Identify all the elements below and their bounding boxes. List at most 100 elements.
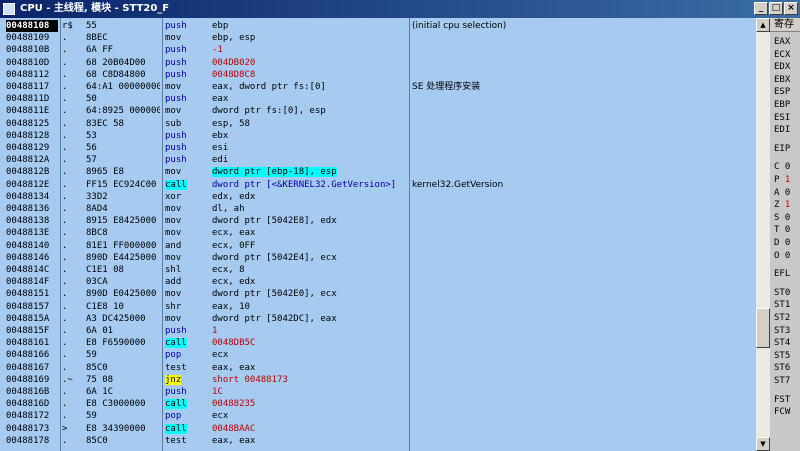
disasm-row[interactable]: 00488157. C1E8 10 shr eax, 10: [0, 301, 756, 313]
register-edi[interactable]: EDI: [774, 124, 800, 136]
operand-cell: 004DB020: [212, 57, 256, 68]
scroll-up-button[interactable]: ▲: [756, 18, 770, 32]
disasm-row[interactable]: 00488146. 890D E4425000 mov dword ptr [5042…: [0, 252, 756, 264]
comment-cell-wrap: [412, 301, 752, 313]
disasm-row[interactable]: 00488140. 81E1 FF000000 and ecx, 0FF: [0, 240, 756, 252]
register-p[interactable]: P 1: [774, 174, 800, 186]
disasm-row[interactable]: 0048814C. C1E1 08 shl ecx, 8: [0, 264, 756, 276]
register-o[interactable]: O 0: [774, 250, 800, 262]
register-st5[interactable]: ST5: [774, 350, 800, 362]
disasm-row[interactable]: 00488173 > E8 34390000 call 0048BAAC: [0, 423, 756, 435]
register-value: 0: [779, 212, 791, 223]
disasm-row[interactable]: 0048812B. 8965 E8 mov dword ptr [ebp-18], e…: [0, 166, 756, 178]
disasm-row[interactable]: 00488108 r$ 55 push ebp (initial cpu selectio…: [0, 20, 756, 32]
address-cell: 00488178: [6, 435, 50, 446]
register-ebp[interactable]: EBP: [774, 99, 800, 111]
comment-cell-wrap: [412, 105, 752, 117]
disasm-row[interactable]: 00488112. 68 C8D84800 push 0048D8C8: [0, 69, 756, 81]
disasm-row[interactable]: 00488136. 8AD4 mov dl, ah: [0, 203, 756, 215]
register-s[interactable]: S 0: [774, 212, 800, 224]
register-st1[interactable]: ST1: [774, 299, 800, 311]
hex-dump-cell: 6A 1C: [86, 387, 114, 397]
disasm-row[interactable]: 00488169 .~ 75 08 jnz short 00488173: [0, 374, 756, 386]
disasm-row[interactable]: 0048815F. 6A 01 push 1: [0, 325, 756, 337]
disasm-row[interactable]: 0048812E. FF15 EC924C00 call dword ptr [<&K…: [0, 179, 756, 191]
address-cell-wrap: 00488172: [6, 410, 58, 422]
hex-dump-cell: 6A FF: [86, 45, 114, 56]
disasm-row[interactable]: 0048812A. 57 push edi: [0, 154, 756, 166]
disassembly-pane[interactable]: 00488108 r$ 55 push ebp (initial cpu selectio…: [0, 18, 756, 451]
operand-cell: eax, dword ptr fs:[0]: [212, 82, 326, 92]
register-ebx[interactable]: EBX: [774, 74, 800, 86]
disasm-row[interactable]: 0048810B. 6A FF push -1: [0, 44, 756, 56]
title-bar[interactable]: CPU - 主线程, 模块 - STT20_F _ □ ×: [0, 0, 800, 18]
hex-dump-cell-wrap: 8915 E8425000: [86, 215, 160, 227]
operand-cell-wrap: eax: [212, 93, 408, 105]
address-cell: 00488134: [6, 191, 50, 202]
register-d[interactable]: D 0: [774, 237, 800, 249]
maximize-button[interactable]: □: [769, 2, 783, 15]
register-st4[interactable]: ST4: [774, 337, 800, 349]
register-fcw[interactable]: FCW: [774, 406, 800, 418]
disasm-row[interactable]: 0048813E. 8BC8 mov ecx, eax: [0, 227, 756, 239]
disasm-row[interactable]: 00488117. 64:A1 00000000 mov eax, dword ptr…: [0, 81, 756, 93]
disasm-row[interactable]: 0048816D. E8 C3000000 call 00488235: [0, 398, 756, 410]
address-cell: 0048816B: [6, 387, 50, 397]
register-esi[interactable]: ESI: [774, 112, 800, 124]
register-eip[interactable]: EIP: [774, 143, 800, 155]
register-st0[interactable]: ST0: [774, 287, 800, 299]
register-st7[interactable]: ST7: [774, 375, 800, 387]
register-c[interactable]: C 0: [774, 161, 800, 173]
close-button[interactable]: ×: [784, 2, 798, 15]
disasm-row[interactable]: 00488151. 890D E0425000 mov dword ptr [5042…: [0, 288, 756, 300]
comment-cell: SE 处理程序安装: [412, 82, 481, 92]
disasm-row[interactable]: 00488125. 83EC 58 sub esp, 58: [0, 118, 756, 130]
hex-dump-cell-wrap: 6A 01: [86, 325, 160, 337]
disasm-row[interactable]: 0048816B. 6A 1C push 1C: [0, 386, 756, 398]
disasm-row[interactable]: 00488109. 8BEC mov ebp, esp: [0, 32, 756, 44]
disasm-row[interactable]: 00488178. 85C0 test eax, eax: [0, 435, 756, 447]
marker-cell-wrap: .: [62, 288, 76, 300]
register-st2[interactable]: ST2: [774, 312, 800, 324]
scroll-down-button[interactable]: ▼: [756, 437, 770, 451]
disasm-row[interactable]: 0048811D. 50 push eax: [0, 93, 756, 105]
disasm-row[interactable]: 00488129. 56 push esi: [0, 142, 756, 154]
disasm-row[interactable]: 00488166. 59 pop ecx: [0, 349, 756, 361]
mnemonic-cell-wrap: push: [165, 142, 205, 154]
operand-cell: eax: [212, 94, 229, 105]
register-eax[interactable]: EAX: [774, 36, 800, 48]
comment-cell-wrap: [412, 191, 752, 203]
operand-cell: 0048D8C8: [212, 69, 256, 80]
disasm-row[interactable]: 0048814F. 03CA add ecx, edx: [0, 276, 756, 288]
register-st6[interactable]: ST6: [774, 362, 800, 374]
disasm-row[interactable]: 0048810D. 68 20B04D00 push 004DB020: [0, 57, 756, 69]
disasm-row[interactable]: 00488134. 33D2 xor edx, edx: [0, 191, 756, 203]
disasm-row[interactable]: 00488128. 53 push ebx: [0, 130, 756, 142]
register-fst[interactable]: FST: [774, 394, 800, 406]
register-z[interactable]: Z 1: [774, 199, 800, 211]
disasm-row[interactable]: 00488167. 85C0 test eax, eax: [0, 362, 756, 374]
vertical-scrollbar[interactable]: ▲ ▼: [756, 18, 770, 451]
operand-cell: 0048DB5C: [212, 338, 256, 349]
register-ecx[interactable]: ECX: [774, 49, 800, 61]
register-st3[interactable]: ST3: [774, 325, 800, 337]
operand-cell-wrap: dl, ah: [212, 203, 408, 215]
register-esp[interactable]: ESP: [774, 86, 800, 98]
disasm-row[interactable]: 0048815A. A3 DC425000 mov dword ptr [5042DC…: [0, 313, 756, 325]
register-edx[interactable]: EDX: [774, 61, 800, 73]
disasm-row[interactable]: 0048811E. 64:8925 00000000 mov dword ptr fs…: [0, 105, 756, 117]
register-t[interactable]: T 0: [774, 224, 800, 236]
register-name: ST4: [774, 338, 791, 349]
scroll-thumb[interactable]: [756, 308, 770, 348]
mnemonic-cell-wrap: mov: [165, 252, 205, 264]
register-efl[interactable]: EFL: [774, 268, 800, 280]
comment-cell-wrap: [412, 264, 752, 276]
disasm-row[interactable]: 00488138. 8915 E8425000 mov dword ptr [5042…: [0, 215, 756, 227]
disasm-row[interactable]: 00488172. 59 pop ecx: [0, 410, 756, 422]
register-a[interactable]: A 0: [774, 187, 800, 199]
registers-pane[interactable]: 寄存 EAX ECX EDX EBX ESP EBP ESI EDI EIP C 0P 1A 0Z…: [770, 18, 800, 451]
operand-cell: ecx, eax: [212, 228, 256, 239]
minimize-button[interactable]: _: [754, 2, 768, 15]
marker-cell-wrap: .: [62, 313, 76, 325]
disasm-row[interactable]: 00488161. E8 F6590000 call 0048DB5C: [0, 337, 756, 349]
